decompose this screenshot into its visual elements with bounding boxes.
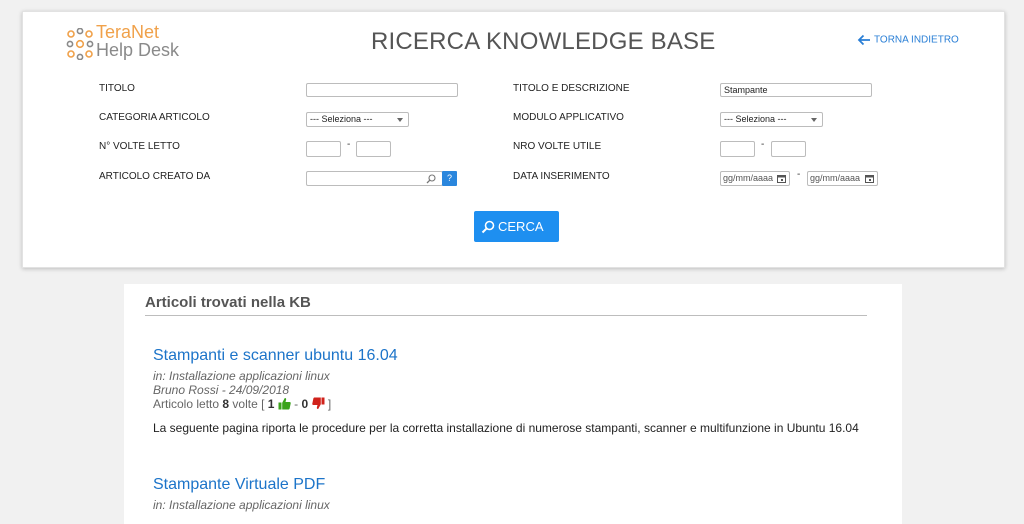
volte-utile-label: NRO VOLTE UTILE (513, 141, 602, 152)
titolo-input[interactable] (306, 83, 458, 97)
results-heading: Articoli trovati nella KB (145, 294, 311, 311)
back-link[interactable]: TORNA INDIETRO (857, 34, 959, 46)
help-button[interactable]: ? (442, 171, 457, 186)
logo-dots-icon (66, 28, 94, 60)
article-title-link[interactable]: Stampanti e scanner ubuntu 16.04 (153, 347, 398, 365)
teranet-logo: TeraNet Help Desk (66, 22, 236, 62)
volte-utile-max-input[interactable] (771, 141, 806, 157)
back-label: TORNA INDIETRO (874, 34, 959, 46)
categoria-select[interactable]: --- Seleziona --- (306, 112, 409, 127)
page-title: RICERCA KNOWLEDGE BASE (371, 28, 716, 55)
article-description: La seguente pagina riporta le procedure … (153, 421, 859, 435)
range-separator: - (761, 139, 765, 150)
data-a-input[interactable]: gg/mm/aaaa (807, 171, 878, 186)
close-bracket: ] (327, 397, 332, 411)
data-da-input[interactable]: gg/mm/aaaa (720, 171, 790, 186)
read-suffix: volte [ (232, 397, 265, 411)
creato-da-input[interactable] (306, 171, 443, 186)
date-placeholder: gg/mm/aaaa (810, 173, 861, 183)
separator: - (294, 397, 299, 411)
results-panel: Articoli trovati nella KB Stampanti e sc… (124, 284, 902, 524)
data-inserimento-label: DATA INSERIMENTO (513, 171, 610, 182)
read-count: 8 (222, 397, 230, 411)
search-panel: TeraNet Help Desk RICERCA KNOWLEDGE BASE… (22, 11, 1005, 268)
volte-letto-max-input[interactable] (356, 141, 391, 157)
like-count: 1 (267, 397, 275, 411)
logo-line-1: TeraNet (96, 22, 160, 42)
article-title-link[interactable]: Stampante Virtuale PDF (153, 476, 325, 494)
date-placeholder: gg/mm/aaaa (723, 173, 774, 183)
search-icon (481, 220, 495, 234)
article-category: in: Installazione applicazioni linux (153, 369, 330, 383)
article-category: in: Installazione applicazioni linux (153, 498, 330, 512)
arrow-left-icon (857, 34, 870, 46)
divider (145, 315, 867, 316)
logo-text: TeraNet Help Desk (96, 22, 180, 60)
article-stats: Articolo letto 8 volte [ 1 - 0 ] (153, 397, 331, 411)
titolo-label: TITOLO (99, 83, 135, 94)
search-button-label: CERCA (498, 219, 544, 234)
modulo-select[interactable]: --- Seleziona --- (720, 112, 823, 127)
search-button[interactable]: CERCA (474, 211, 559, 242)
thumbs-down-icon[interactable] (311, 397, 325, 410)
calendar-icon[interactable] (777, 174, 786, 183)
article-author-date: Bruno Rossi - 24/09/2018 (153, 383, 290, 397)
chevron-down-icon (811, 118, 817, 122)
range-separator: - (347, 139, 351, 150)
range-separator: - (797, 169, 801, 180)
modulo-label: MODULO APPLICATIVO (513, 112, 624, 123)
volte-letto-min-input[interactable] (306, 141, 341, 157)
calendar-icon[interactable] (865, 174, 874, 183)
chevron-down-icon (397, 118, 403, 122)
titolo-descrizione-input[interactable]: Stampante (720, 83, 872, 97)
thumbs-up-icon[interactable] (278, 397, 291, 410)
read-prefix: Articolo letto (153, 397, 220, 411)
search-icon (426, 174, 436, 184)
categoria-label: CATEGORIA ARTICOLO (99, 112, 210, 123)
logo-line-2: Help Desk (96, 40, 180, 60)
volte-utile-min-input[interactable] (720, 141, 755, 157)
modulo-selected-value: --- Seleziona --- (724, 114, 787, 124)
creato-da-label: ARTICOLO CREATO DA (99, 171, 211, 182)
titolo-descrizione-label: TITOLO E DESCRIZIONE (513, 83, 630, 94)
categoria-selected-value: --- Seleziona --- (310, 114, 373, 124)
dislike-count: 0 (301, 397, 309, 411)
volte-letto-label: N° VOLTE LETTO (99, 141, 180, 152)
